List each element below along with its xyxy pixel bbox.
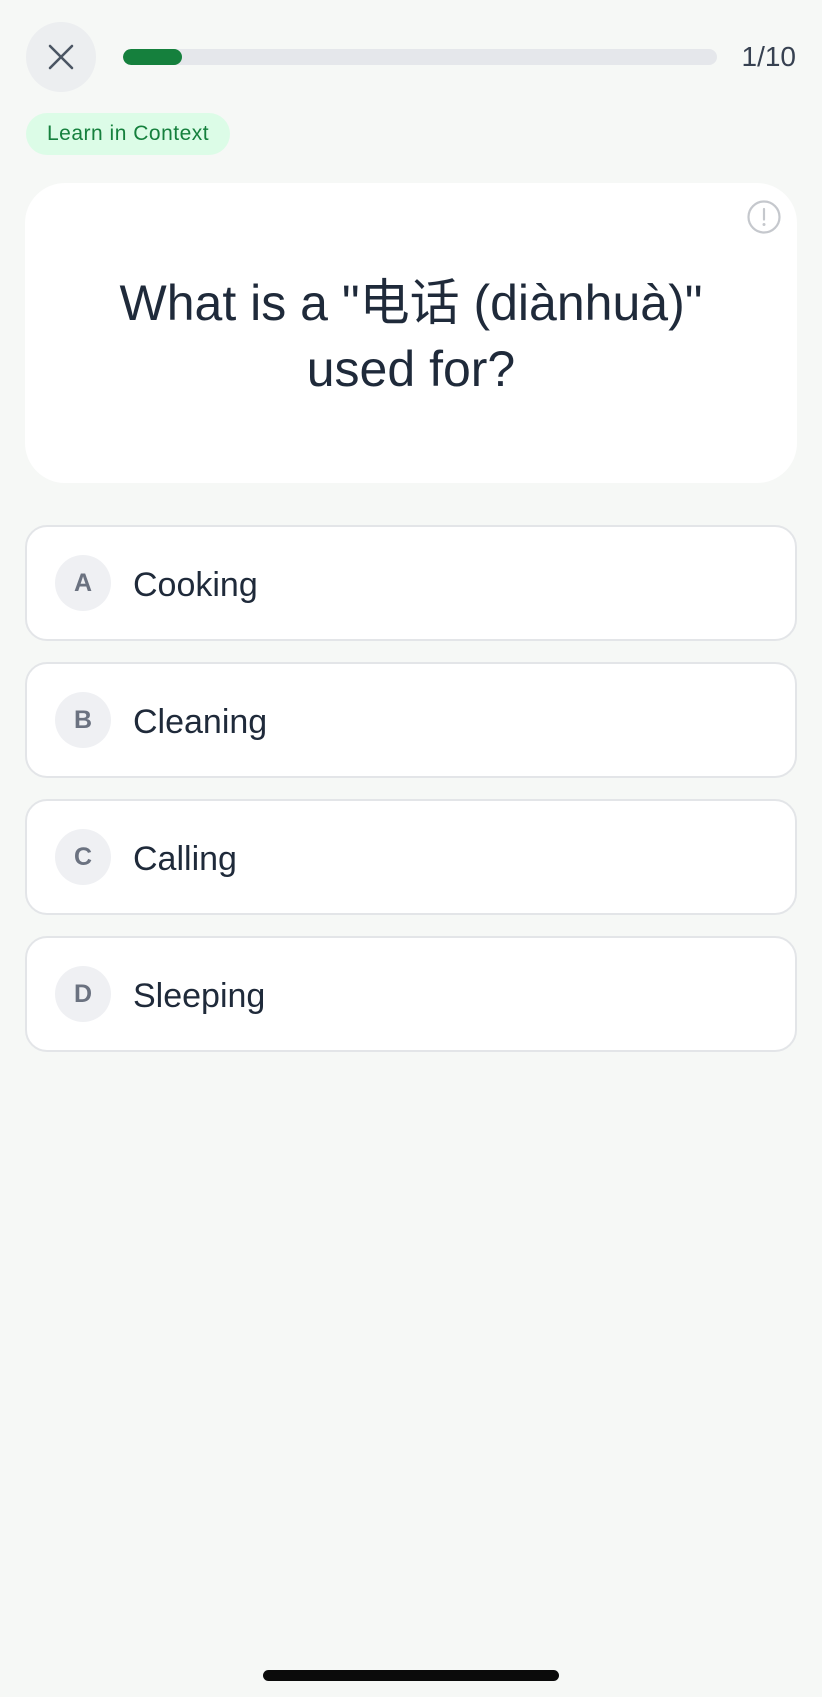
option-text: Sleeping xyxy=(133,977,266,1015)
alert-circle-icon[interactable] xyxy=(747,200,781,234)
close-button[interactable] xyxy=(26,22,96,92)
option-letter: C xyxy=(55,829,111,885)
option-text: Cleaning xyxy=(133,703,268,741)
learn-in-context-badge: Learn in Context xyxy=(26,113,231,155)
close-icon xyxy=(48,44,74,70)
option-letter: B xyxy=(55,692,111,748)
option-text: Calling xyxy=(133,840,237,878)
option-b[interactable]: B Cleaning xyxy=(25,662,797,778)
option-letter: A xyxy=(55,555,111,611)
question-text: What is a "电话 (diànhuà)" used for? xyxy=(119,275,703,397)
option-c[interactable]: C Calling xyxy=(25,799,797,915)
progress-bar xyxy=(123,49,717,65)
quiz-header: 1/10 xyxy=(26,22,796,92)
progress-bar-fill xyxy=(123,49,183,65)
option-d[interactable]: D Sleeping xyxy=(25,936,797,1052)
question-card: What is a "电话 (diànhuà)" used for? xyxy=(25,183,797,483)
home-indicator[interactable] xyxy=(263,1670,559,1681)
option-text: Cooking xyxy=(133,566,258,604)
progress-count: 1/10 xyxy=(741,41,797,72)
option-letter: D xyxy=(55,966,111,1022)
answer-options: A Cooking B Cleaning C Calling D Sleepin… xyxy=(25,525,797,1073)
option-a[interactable]: A Cooking xyxy=(25,525,797,641)
